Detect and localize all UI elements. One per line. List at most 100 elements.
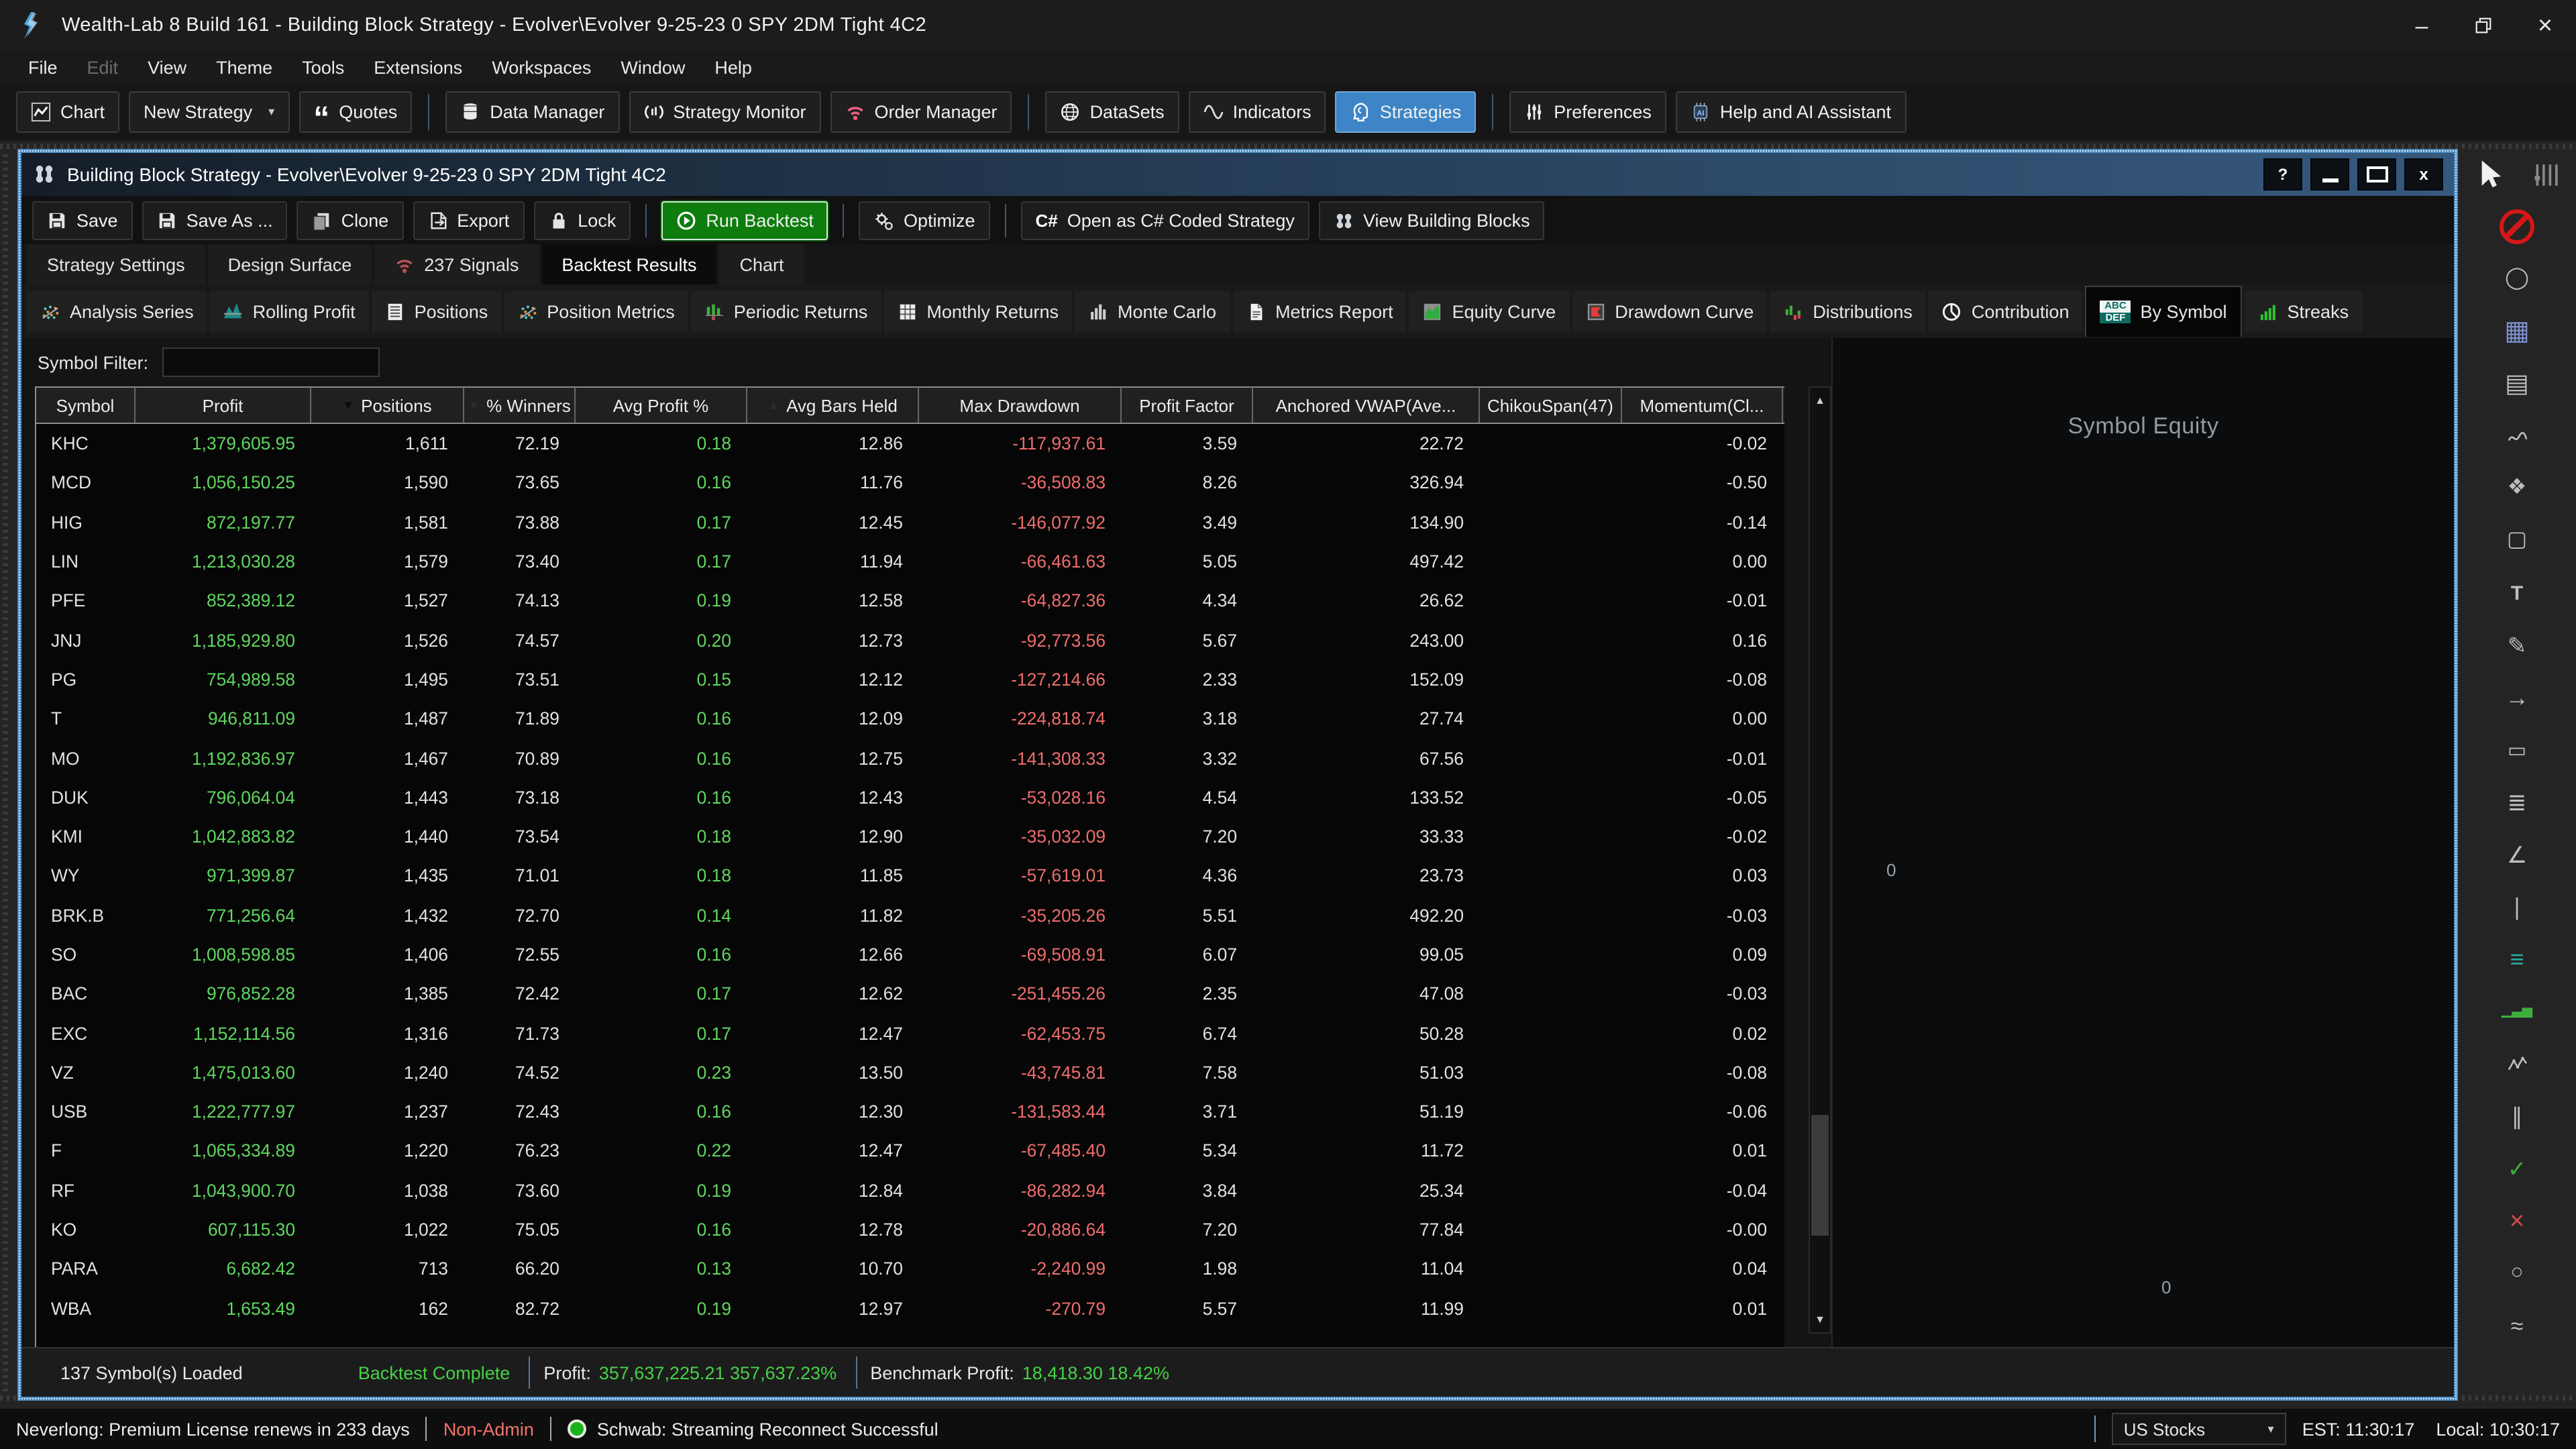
menu-view[interactable]: View bbox=[133, 57, 201, 77]
subtab-position-metrics[interactable]: Position Metrics bbox=[504, 290, 688, 332]
symbol-filter-input[interactable] bbox=[162, 347, 379, 377]
table-row-f[interactable]: F1,065,334.891,22076.230.2212.47-67,485.… bbox=[36, 1132, 1784, 1171]
subtab-monte-carlo[interactable]: Monte Carlo bbox=[1075, 290, 1230, 332]
column-header-anchored-vwap-ave[interactable]: Anchored VWAP(Ave... bbox=[1253, 388, 1480, 423]
subtab-contribution[interactable]: Contribution bbox=[1929, 290, 2083, 332]
circle-tool-icon[interactable]: ○ bbox=[2497, 1256, 2537, 1291]
subtab-rolling-profit[interactable]: Rolling Profit bbox=[210, 290, 369, 332]
save-as-button[interactable]: Save As ... bbox=[142, 201, 288, 239]
tab-backtest-results[interactable]: Backtest Results bbox=[541, 244, 716, 284]
table-row-so[interactable]: SO1,008,598.851,40672.550.1612.66-69,508… bbox=[36, 935, 1784, 975]
table-row-hig[interactable]: HIG872,197.771,58173.880.1712.45-146,077… bbox=[36, 502, 1784, 542]
cancel-tool-icon[interactable]: × bbox=[2497, 1203, 2537, 1238]
table-row-brk-b[interactable]: BRK.B771,256.641,43272.700.1411.82-35,20… bbox=[36, 896, 1784, 935]
column-header-symbol[interactable]: Symbol bbox=[36, 388, 136, 423]
text-tool-icon[interactable]: T bbox=[2497, 576, 2537, 610]
tab-237-signals[interactable]: 237 Signals bbox=[374, 244, 539, 284]
layers-tool-icon[interactable]: ≣ bbox=[2497, 785, 2537, 820]
scroll-up-icon[interactable]: ▲ bbox=[1815, 388, 1825, 413]
vertical-line-tool-icon[interactable]: ∣ bbox=[2497, 890, 2537, 924]
toolbar-quotes-button[interactable]: “Quotes bbox=[299, 91, 412, 133]
run-backtest-button[interactable]: Run Backtest bbox=[661, 201, 828, 239]
measure-tool-icon[interactable]: ▭ bbox=[2497, 733, 2537, 767]
column-header-chikouspan-47[interactable]: ChikouSpan(47) bbox=[1480, 388, 1622, 423]
minimize-button[interactable]: – bbox=[2391, 0, 2453, 51]
tab-chart[interactable]: Chart bbox=[719, 244, 804, 284]
table-row-para[interactable]: PARA6,682.4271366.200.1310.70-2,240.991.… bbox=[36, 1249, 1784, 1289]
toolbar-indicators-button[interactable]: Indicators bbox=[1189, 91, 1326, 133]
subtab-metrics-report[interactable]: Metrics Report bbox=[1232, 290, 1407, 332]
save-button[interactable]: Save bbox=[32, 201, 133, 239]
table-row-duk[interactable]: DUK796,064.041,44373.180.1612.43-53,028.… bbox=[36, 777, 1784, 817]
open-as-csharp-coded-strategy-button[interactable]: C#Open as C# Coded Strategy bbox=[1020, 201, 1309, 239]
menu-window[interactable]: Window bbox=[606, 57, 700, 77]
subtab-analysis-series[interactable]: Analysis Series bbox=[27, 290, 207, 332]
toolbar-help-and-ai-assistant-button[interactable]: AIHelp and AI Assistant bbox=[1676, 91, 1906, 133]
table-row-t[interactable]: T946,811.091,48771.890.1612.09-224,818.7… bbox=[36, 699, 1784, 739]
table-row-usb[interactable]: USB1,222,777.971,23772.430.1612.30-131,5… bbox=[36, 1092, 1784, 1132]
table-row-kmi[interactable]: KMI1,042,883.821,44073.540.1812.90-35,03… bbox=[36, 817, 1784, 857]
table-row-mcd[interactable]: MCD1,056,150.251,59073.650.1611.76-36,50… bbox=[36, 464, 1784, 503]
subtab-monthly-returns[interactable]: Monthly Returns bbox=[883, 290, 1072, 332]
curve-tool-icon[interactable] bbox=[2497, 419, 2537, 453]
table-row-bac[interactable]: BAC976,852.281,38572.420.1712.62-251,455… bbox=[36, 974, 1784, 1014]
market-select[interactable]: US Stocks ▾ bbox=[2112, 1413, 2286, 1445]
angle-tool-icon[interactable]: ∠ bbox=[2497, 837, 2537, 872]
toolbar-datasets-button[interactable]: DataSets bbox=[1046, 91, 1179, 133]
column-header-positions[interactable]: ▼Positions bbox=[311, 388, 464, 423]
table-row-pfe[interactable]: PFE852,389.121,52774.130.1912.58-64,827.… bbox=[36, 581, 1784, 621]
format-sliders-tool-icon[interactable] bbox=[2525, 157, 2565, 192]
move-tool-icon[interactable]: ❖ bbox=[2497, 471, 2537, 506]
toolbar-preferences-button[interactable]: Preferences bbox=[1509, 91, 1666, 133]
wave-tool-icon[interactable]: ≈ bbox=[2497, 1308, 2537, 1343]
column-header-avg-profit[interactable]: Avg Profit % bbox=[576, 388, 747, 423]
toolbar-strategies-button[interactable]: Strategies bbox=[1336, 91, 1477, 133]
table-row-mo[interactable]: MO1,192,836.971,46770.890.1612.75-141,30… bbox=[36, 739, 1784, 778]
column-header-profit-factor[interactable]: Profit Factor bbox=[1122, 388, 1253, 423]
menu-workspaces[interactable]: Workspaces bbox=[477, 57, 606, 77]
strategy-close-button[interactable]: x bbox=[2404, 158, 2443, 191]
table-row-wy[interactable]: WY971,399.871,43571.010.1811.85-57,619.0… bbox=[36, 857, 1784, 896]
confirm-tool-icon[interactable]: ✓ bbox=[2497, 1151, 2537, 1186]
no-drawing-tool-icon[interactable] bbox=[2497, 209, 2537, 244]
arrow-tool-icon[interactable]: → bbox=[2497, 680, 2537, 715]
toolbar-strategy-monitor-button[interactable]: Strategy Monitor bbox=[629, 91, 820, 133]
strategy-maximize-button[interactable] bbox=[2357, 158, 2396, 191]
scrollbar-thumb[interactable] bbox=[1811, 1115, 1829, 1236]
subtab-equity-curve[interactable]: Equity Curve bbox=[1409, 290, 1570, 332]
channel-tool-icon[interactable]: ∥ bbox=[2497, 1099, 2537, 1134]
column-header-avg-bars-held[interactable]: ▲Avg Bars Held bbox=[747, 388, 919, 423]
restore-button[interactable] bbox=[2453, 0, 2514, 51]
toolbar-new-strategy-button[interactable]: New Strategy▾ bbox=[129, 91, 289, 133]
strategy-help-button[interactable]: ? bbox=[2263, 158, 2302, 191]
tab-design-surface[interactable]: Design Surface bbox=[208, 244, 372, 284]
subtab-positions[interactable]: Positions bbox=[372, 290, 502, 332]
strategy-minimize-button[interactable] bbox=[2310, 158, 2349, 191]
column-header-max-drawdown[interactable]: Max Drawdown bbox=[919, 388, 1122, 423]
table-row-jnj[interactable]: JNJ1,185,929.801,52674.570.2012.73-92,77… bbox=[36, 621, 1784, 660]
lock-button[interactable]: Lock bbox=[533, 201, 631, 239]
toolbar-data-manager-button[interactable]: Data Manager bbox=[445, 91, 619, 133]
column-header-profit[interactable]: Profit bbox=[136, 388, 311, 423]
clone-button[interactable]: Clone bbox=[297, 201, 404, 239]
pointer-tool-icon[interactable] bbox=[2469, 157, 2509, 192]
table-row-vz[interactable]: VZ1,475,013.601,24074.520.2313.50-43,745… bbox=[36, 1053, 1784, 1093]
levels-tool-icon[interactable]: ≡ bbox=[2497, 942, 2537, 977]
subtab-periodic-returns[interactable]: Periodic Returns bbox=[691, 290, 881, 332]
table-row-exc[interactable]: EXC1,152,114.561,31671.730.1712.47-62,45… bbox=[36, 1014, 1784, 1053]
subtab-drawdown-curve[interactable]: Drawdown Curve bbox=[1572, 290, 1767, 332]
optimize-button[interactable]: Optimize bbox=[859, 201, 990, 239]
storage-tool-icon[interactable]: ▤ bbox=[2497, 366, 2537, 401]
toolbar-chart-button[interactable]: Chart bbox=[16, 91, 119, 133]
subtab-streaks[interactable]: Streaks bbox=[2245, 290, 2363, 332]
subtab-by-symbol[interactable]: ABCDEFBy Symbol bbox=[2085, 286, 2241, 337]
mini-bars-tool-icon[interactable]: ▁▃▅ bbox=[2497, 994, 2537, 1029]
table-row-lin[interactable]: LIN1,213,030.281,57973.400.1711.94-66,46… bbox=[36, 542, 1784, 582]
table-row-wba[interactable]: WBA1,653.4916282.720.1912.97-270.795.571… bbox=[36, 1289, 1784, 1328]
pencil-tool-icon[interactable]: ✎ bbox=[2497, 628, 2537, 663]
export-button[interactable]: Export bbox=[413, 201, 524, 239]
subtab-distributions[interactable]: Distributions bbox=[1770, 290, 1926, 332]
menu-theme[interactable]: Theme bbox=[201, 57, 287, 77]
column-header-winners[interactable]: ▼% Winners bbox=[464, 388, 576, 423]
toolbar-order-manager-button[interactable]: Order Manager bbox=[830, 91, 1012, 133]
